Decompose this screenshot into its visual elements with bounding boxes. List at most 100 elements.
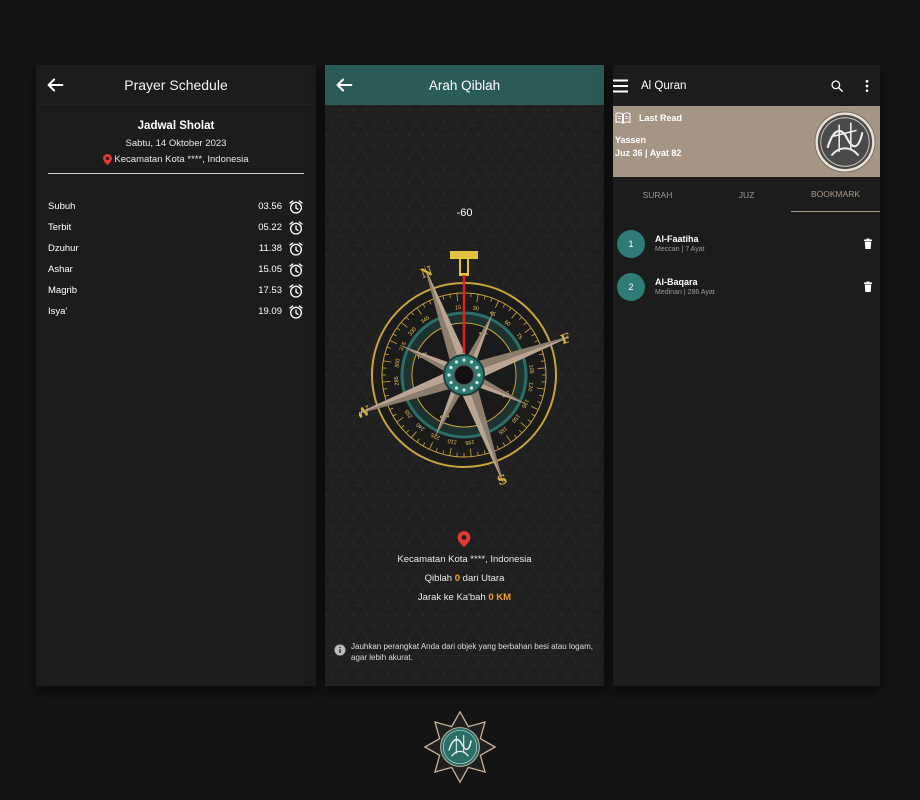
heading-degree: -60 — [456, 207, 473, 219]
prayer-row: Dzuhur 11.38 — [48, 238, 304, 259]
compass-degree-label: 15 — [455, 305, 462, 312]
hub-dot — [454, 360, 459, 364]
tab-bookmark[interactable]: BOOKMARK — [791, 177, 880, 212]
hub-dot — [462, 388, 466, 392]
back-arrow-icon[interactable] — [333, 74, 355, 96]
hub-dot — [475, 365, 479, 370]
prayer-row: Magrib 17.53 — [48, 280, 304, 301]
qiblah-header: Arah Qiblah — [325, 65, 604, 105]
alarm-clock-icon[interactable] — [288, 283, 304, 299]
prayer-time: 19.09 — [258, 306, 282, 317]
alarm-clock-icon[interactable] — [288, 220, 304, 236]
prayer-time: 17.53 — [258, 285, 282, 296]
list-item[interactable]: 1 Al-Faatiha Meccan | 7 Ayat — [613, 222, 880, 265]
alarm-clock-icon[interactable] — [288, 199, 304, 215]
qiblah-screen: Arah Qiblah -60 285300315330345153045607… — [325, 65, 604, 686]
kaaba-distance: Jarak ke Ka'bah 0 KM — [325, 592, 604, 603]
quran-header: Al Quran — [613, 65, 880, 106]
surah-number-badge: 2 — [617, 272, 645, 301]
trash-icon[interactable] — [862, 281, 874, 293]
prayer-name: Dzuhur — [48, 243, 79, 254]
hub-dot — [449, 365, 453, 370]
bookmark-text: Al-Baqara Medinan | 286 Ayat — [655, 277, 862, 296]
schedule-heading: Jadwal Sholat — [137, 120, 215, 132]
compass-hub-center — [453, 364, 475, 386]
accuracy-note: Jauhkan perangkat Anda dari objek yang b… — [334, 641, 596, 663]
divider — [48, 173, 304, 174]
list-item[interactable]: 2 Al-Baqara Medinan | 286 Ayat — [613, 265, 880, 308]
prayer-name: Terbit — [48, 222, 72, 233]
surah-name: Al-Faatiha — [655, 234, 699, 244]
more-vert-icon[interactable] — [860, 79, 874, 93]
bookmark-list: 1 Al-Faatiha Meccan | 7 Ayat 2 Al-Baqara Medi… — [613, 222, 880, 308]
kaaba-marker: T — [450, 251, 478, 276]
prayer-name: Subuh — [48, 201, 76, 212]
location-pin-icon — [103, 154, 113, 165]
surah-name: Al-Baqara — [655, 277, 698, 287]
prayer-list: Subuh 03.56 Terbit 05.22 Dzuhur 11.38 Ashar 15.… — [36, 196, 316, 322]
kaaba-distance-value: 0 KM — [488, 592, 512, 603]
trash-icon[interactable] — [862, 238, 874, 250]
last-read-card[interactable]: Last Read Yassen Juz 36 | Ayat 82 — [613, 106, 880, 177]
prayer-name: Ashar — [48, 264, 73, 275]
book-icon — [615, 112, 631, 124]
hub-dot — [469, 386, 474, 390]
schedule-date: Sabtu, 14 Oktober 2023 — [125, 138, 227, 149]
prayer-name: Magrib — [48, 285, 78, 296]
back-arrow-icon[interactable] — [44, 74, 66, 96]
prayer-time: 15.05 — [258, 264, 282, 275]
surah-meta: Meccan | 7 Ayat — [655, 246, 705, 253]
quran-logo-icon — [814, 111, 876, 173]
qiblah-direction-prefix: Qiblah — [424, 573, 455, 584]
qiblah-direction-suffix: dari Utara — [460, 573, 505, 584]
prayer-time: 03.56 — [258, 201, 282, 212]
compass-degree-label: 195 — [465, 438, 475, 445]
compass-letter-w: W — [359, 404, 373, 424]
compass-degree-label: 285 — [394, 376, 401, 386]
page-title: Arah Qiblah — [428, 77, 501, 93]
alarm-clock-icon[interactable] — [288, 262, 304, 278]
hub-dot — [449, 380, 453, 385]
compass-letter-e: E — [559, 331, 569, 349]
last-read-label: Last Read — [639, 113, 683, 123]
compass-letter-s: S — [495, 472, 509, 489]
info-icon — [334, 644, 346, 656]
menu-icon[interactable] — [613, 79, 629, 93]
page-title: Al Quran — [641, 79, 687, 92]
prayer-schedule-screen: Prayer Schedule Jadwal Sholat Sabtu, 14 … — [36, 65, 316, 686]
prayer-schedule-header: Prayer Schedule — [36, 65, 316, 105]
qiblah-location: Kecamatan Kota ****, Indonesia — [397, 554, 532, 565]
search-icon[interactable] — [830, 79, 844, 93]
page-title: Prayer Schedule — [124, 76, 228, 93]
compass: 2853003153303451530456075901051201351501… — [359, 251, 569, 489]
prayer-row: Isya' 19.09 — [48, 301, 304, 322]
qiblah-direction: Qiblah 0 dari Utara — [325, 573, 604, 584]
tab-surah[interactable]: SURAH — [613, 177, 702, 212]
quran-screen: Al Quran Last Read Yassen Juz 36 | Ayat … — [613, 65, 880, 686]
alarm-clock-icon[interactable] — [288, 304, 304, 320]
prayer-name: Isya' — [48, 306, 68, 317]
accuracy-note-text: Jauhkan perangkat Anda dari objek yang b… — [351, 642, 593, 662]
surah-number-badge: 1 — [617, 229, 645, 258]
kaaba-distance-prefix: Jarak ke Ka'bah — [417, 592, 489, 603]
hub-dot — [454, 386, 459, 390]
alarm-clock-icon[interactable] — [288, 241, 304, 257]
hub-dot — [475, 380, 479, 385]
bookmark-text: Al-Faatiha Meccan | 7 Ayat — [655, 234, 862, 253]
compass-degree-label: 30 — [472, 306, 479, 313]
hub-dot — [447, 373, 451, 377]
schedule-location: Kecamatan Kota ****, Indonesia — [36, 154, 316, 165]
prayer-time: 11.38 — [258, 243, 282, 254]
schedule-location-text: Kecamatan Kota ****, Indonesia — [114, 154, 249, 165]
tab-juz[interactable]: JUZ — [702, 177, 791, 212]
prayer-row: Terbit 05.22 — [48, 217, 304, 238]
surah-meta: Medinan | 286 Ayat — [655, 289, 715, 296]
prayer-row: Subuh 03.56 — [48, 196, 304, 217]
compass-degree-label: 105 — [527, 364, 534, 374]
compass-letter-n: N — [419, 264, 435, 282]
hub-dot — [477, 373, 481, 377]
hub-dot — [462, 358, 466, 362]
app-logo-icon — [423, 710, 497, 784]
prayer-row: Ashar 15.05 — [48, 259, 304, 280]
location-pin-icon — [457, 531, 471, 547]
